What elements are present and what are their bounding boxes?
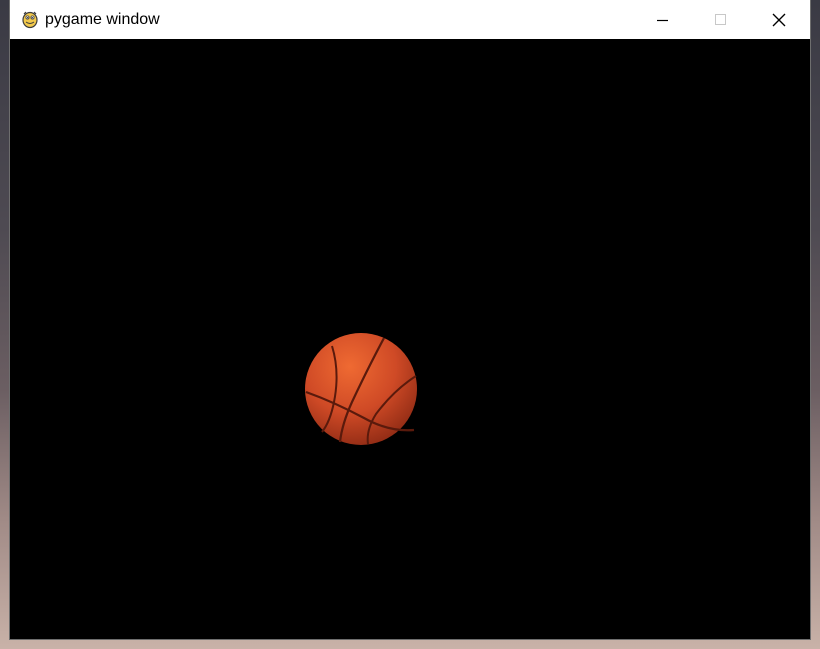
window-title: pygame window — [45, 11, 160, 28]
game-canvas[interactable] — [10, 39, 810, 639]
maximize-button[interactable] — [698, 0, 744, 39]
title-bar[interactable]: pygame window — [10, 0, 810, 39]
maximize-icon — [715, 13, 726, 25]
close-icon — [772, 13, 786, 26]
minimize-icon — [657, 19, 668, 21]
close-button[interactable] — [756, 0, 802, 39]
pygame-snake-icon — [22, 11, 38, 29]
pygame-window: pygame window — [10, 0, 810, 639]
basketball-icon — [305, 333, 417, 445]
minimize-button[interactable] — [640, 0, 686, 39]
